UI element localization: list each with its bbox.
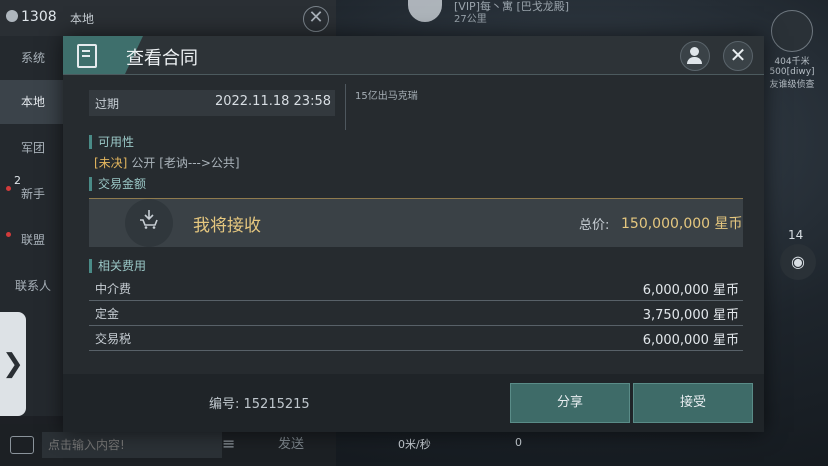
availability-status: [未决]: [94, 156, 128, 170]
channel-contacts[interactable]: 联系人: [0, 264, 66, 308]
target-id: 500[diwy]: [769, 67, 815, 77]
unread-dot: [6, 186, 11, 191]
contract-number: 编号: 15215215: [209, 397, 310, 412]
channel-alliance[interactable]: 联盟: [0, 218, 66, 262]
fee-table: 中介费 6,000,000 星币 定金 3,750,000 星币 交易税 6,0…: [89, 276, 743, 351]
chat-channel-title: 本地: [70, 12, 95, 26]
speed-value: 0: [515, 436, 522, 449]
send-button[interactable]: 发送: [248, 430, 334, 460]
target-icon: [771, 10, 813, 52]
contract-dialog: 查看合同 ✕ 过期 2022.11.18 23:58 15亿出马克瑞 可用性 […: [63, 36, 764, 432]
target-info: [VIP]每丶寓 [巴戈龙殿] 27公里: [408, 0, 588, 25]
contract-description: 15亿出马克瑞: [355, 91, 418, 102]
cart-glyph: [140, 210, 158, 229]
fee-label: 中介费: [95, 282, 132, 296]
dialog-header: 查看合同 ✕: [63, 36, 764, 75]
eye-icon[interactable]: ◉: [780, 244, 816, 280]
close-icon[interactable]: ✕: [723, 41, 753, 71]
contract-document-icon: [77, 44, 97, 68]
total-price-value: 150,000,000 星币: [621, 216, 743, 232]
target-avatar: [408, 0, 442, 22]
share-button[interactable]: 分享: [510, 383, 630, 423]
receive-label: 我将接收: [193, 216, 261, 236]
availability-heading: 可用性: [89, 135, 134, 149]
accept-button[interactable]: 接受: [633, 383, 753, 423]
target-range: 404千米: [774, 57, 810, 67]
fee-row-broker: 中介费 6,000,000 星币: [89, 276, 743, 301]
chat-header: 1308 本地 ✕: [0, 0, 336, 36]
amount-heading: 交易金额: [89, 177, 146, 191]
total-price-label: 总价:: [579, 218, 610, 233]
receive-band: 我将接收 总价: 150,000,000 星币: [89, 198, 743, 247]
channel-newbie-label: 新手: [20, 187, 45, 201]
chat-close-icon[interactable]: ✕: [303, 6, 329, 32]
channel-system[interactable]: 系统: [0, 36, 66, 80]
fee-value: 6,000,000 星币: [642, 283, 739, 298]
cart-download-icon: [125, 199, 173, 247]
channel-local[interactable]: 本地: [0, 80, 66, 124]
chat-input[interactable]: [42, 432, 222, 458]
target-type: 友谁级侦查: [769, 80, 815, 90]
header-accent: [63, 36, 143, 74]
fee-row-tax: 交易税 6,000,000 星币: [89, 326, 743, 351]
channel-alliance-label: 联盟: [20, 233, 45, 247]
divider: [345, 84, 346, 130]
unread-dot: [6, 232, 11, 237]
unread-count: 2: [14, 174, 21, 187]
dialog-footer: 编号: 15215215 分享 接受: [63, 374, 764, 432]
channel-newbie[interactable]: 2 新手: [0, 172, 66, 216]
availability-detail: 公开 [老讷--->公共]: [131, 156, 240, 170]
fee-value: 6,000,000 星币: [642, 333, 739, 348]
online-count: 1308: [6, 9, 57, 25]
speed-readout: 0米/秒: [398, 438, 431, 451]
target-distance: 27公里: [454, 14, 487, 25]
online-count-value: 1308: [21, 9, 57, 25]
user-icon[interactable]: [680, 41, 710, 71]
dialog-title: 查看合同: [126, 48, 198, 69]
overview-count: 14: [788, 228, 804, 242]
fee-row-deposit: 定金 3,750,000 星币: [89, 301, 743, 326]
channel-legion[interactable]: 军团: [0, 126, 66, 170]
expiry-label: 过期: [95, 97, 120, 111]
menu-icon[interactable]: ≡: [222, 434, 235, 453]
fee-value: 3,750,000 星币: [642, 308, 739, 323]
keyboard-icon[interactable]: [10, 436, 34, 454]
fee-label: 定金: [95, 307, 120, 321]
fee-label: 交易税: [95, 332, 132, 346]
person-icon: [6, 10, 18, 22]
target-panel[interactable]: 404千米 500[diwy] 友谁级侦查: [762, 10, 822, 90]
fees-heading: 相关费用: [89, 259, 146, 273]
chevron-right-icon[interactable]: ❯: [0, 312, 26, 416]
expiry-row: 过期 2022.11.18 23:58: [89, 90, 335, 116]
availability-info: [未决] 公开 [老讷--->公共]: [94, 154, 240, 171]
expiry-value: 2022.11.18 23:58: [214, 94, 331, 109]
